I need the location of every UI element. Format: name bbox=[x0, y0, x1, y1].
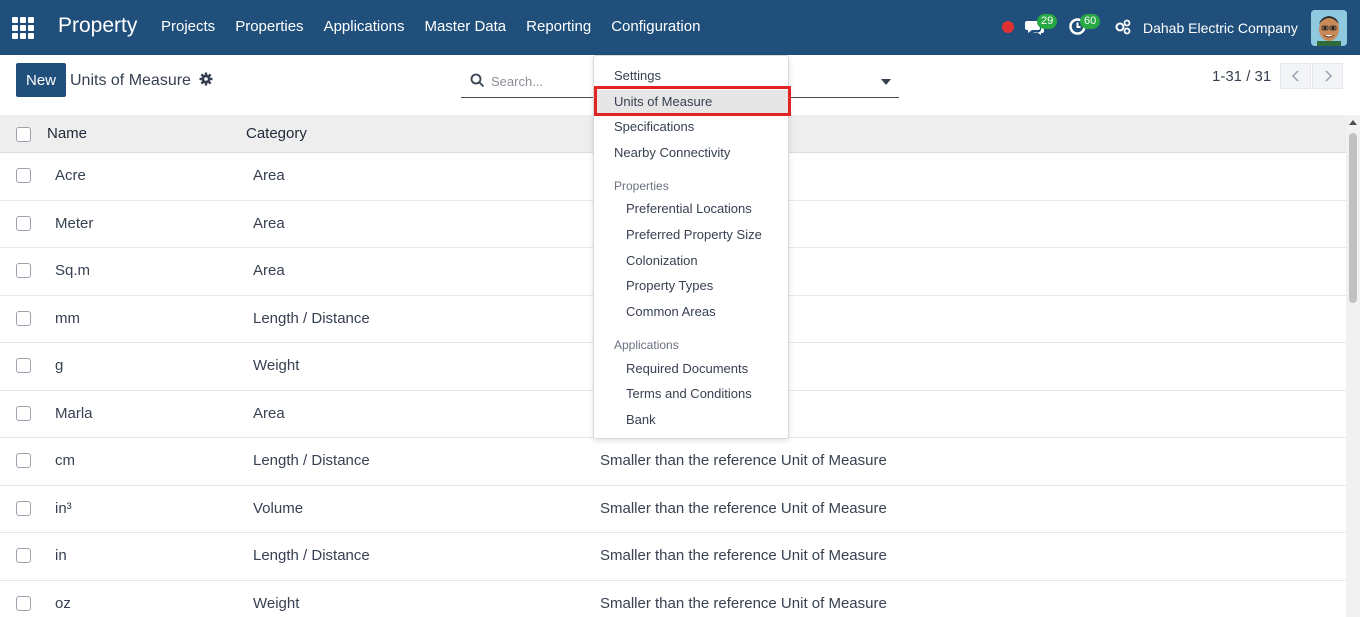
dropdown-item-settings[interactable]: Settings bbox=[614, 68, 661, 83]
cell-name: mm bbox=[55, 309, 80, 327]
cell-category: Area bbox=[253, 167, 285, 184]
cell-category: Area bbox=[253, 214, 285, 232]
search-options-caret-icon[interactable] bbox=[881, 79, 891, 85]
menu-applications[interactable]: Applications bbox=[324, 18, 405, 35]
pager-previous-button[interactable] bbox=[1280, 63, 1311, 89]
row-checkbox[interactable] bbox=[16, 500, 31, 516]
recording-dot-icon[interactable] bbox=[1002, 21, 1014, 33]
dropdown-section-properties: Properties bbox=[614, 179, 669, 193]
row-checkbox[interactable] bbox=[16, 358, 31, 373]
dropdown-item-specifications[interactable]: Specifications bbox=[614, 119, 694, 134]
chevron-right-icon bbox=[1324, 70, 1332, 82]
cell-category: Weight bbox=[253, 594, 300, 612]
row-checkbox[interactable] bbox=[16, 453, 31, 468]
row-checkbox[interactable] bbox=[16, 595, 31, 611]
cell-category: Area bbox=[253, 404, 285, 422]
table-row[interactable]: in Length / Distance Smaller than the re… bbox=[0, 533, 1346, 581]
cell-name: Marla bbox=[55, 404, 93, 422]
app-title[interactable]: Property bbox=[58, 14, 137, 38]
scroll-thumb[interactable] bbox=[1349, 133, 1357, 303]
activity-count-badge: 60 bbox=[1080, 14, 1101, 29]
company-name[interactable]: Dahab Electric Company bbox=[1143, 20, 1298, 36]
cell-name: cm bbox=[55, 452, 75, 469]
dropdown-item-terms-and-conditions[interactable]: Terms and Conditions bbox=[626, 386, 752, 401]
gear-icon[interactable] bbox=[199, 72, 213, 86]
chevron-left-icon bbox=[1291, 70, 1299, 82]
vertical-scrollbar[interactable] bbox=[1346, 115, 1360, 617]
chat-count-badge: 29 bbox=[1037, 14, 1058, 29]
search-icon bbox=[470, 73, 485, 88]
company-switch-icon[interactable] bbox=[1114, 18, 1132, 36]
user-avatar[interactable] bbox=[1311, 10, 1347, 46]
row-checkbox[interactable] bbox=[16, 405, 31, 421]
dropdown-section-applications: Applications bbox=[614, 338, 679, 352]
dropdown-item-preferred-property-size[interactable]: Preferred Property Size bbox=[626, 227, 762, 242]
dropdown-item-bank[interactable]: Bank bbox=[626, 412, 656, 427]
cell-name: oz bbox=[55, 594, 71, 612]
dropdown-item-property-types[interactable]: Property Types bbox=[626, 278, 713, 293]
cell-name: Acre bbox=[55, 167, 86, 184]
pager-value[interactable]: 1-31 / 31 bbox=[1212, 68, 1271, 85]
pager-next-button[interactable] bbox=[1312, 63, 1343, 89]
cell-category: Length / Distance bbox=[253, 309, 370, 327]
column-header-name[interactable]: Name bbox=[47, 125, 87, 142]
menu-configuration[interactable]: Configuration bbox=[611, 18, 700, 35]
menu-properties[interactable]: Properties bbox=[235, 18, 303, 35]
cell-name: g bbox=[55, 357, 64, 374]
highlight-annotation-box bbox=[594, 86, 791, 116]
row-checkbox[interactable] bbox=[16, 548, 31, 563]
row-checkbox[interactable] bbox=[16, 263, 31, 278]
dropdown-item-preferential-locations[interactable]: Preferential Locations bbox=[626, 201, 752, 216]
cell-category: Area bbox=[253, 262, 285, 279]
cell-type: Smaller than the reference Unit of Measu… bbox=[600, 452, 887, 469]
dropdown-item-required-documents[interactable]: Required Documents bbox=[626, 361, 748, 376]
main-menu: Projects Properties Applications Master … bbox=[161, 18, 720, 35]
new-button[interactable]: New bbox=[16, 63, 66, 97]
cell-category: Volume bbox=[253, 499, 304, 517]
cell-name: in³ bbox=[55, 499, 72, 517]
cell-name: Meter bbox=[55, 214, 94, 232]
dropdown-item-colonization[interactable]: Colonization bbox=[626, 253, 698, 268]
dropdown-item-common-areas[interactable]: Common Areas bbox=[626, 304, 716, 319]
table-row[interactable]: cm Length / Distance Smaller than the re… bbox=[0, 438, 1346, 486]
cell-name: in bbox=[55, 547, 67, 564]
column-header-category[interactable]: Category bbox=[246, 125, 307, 142]
menu-projects[interactable]: Projects bbox=[161, 18, 215, 35]
dropdown-item-nearby-connectivity[interactable]: Nearby Connectivity bbox=[614, 145, 730, 160]
cell-category: Length / Distance bbox=[253, 547, 370, 564]
app-grid-icon[interactable] bbox=[12, 17, 34, 39]
row-checkbox[interactable] bbox=[16, 310, 31, 326]
scroll-up-arrow-icon[interactable] bbox=[1349, 120, 1357, 125]
cell-type: Smaller than the reference Unit of Measu… bbox=[600, 499, 887, 517]
cell-type: Smaller than the reference Unit of Measu… bbox=[600, 594, 887, 612]
cell-type: Smaller than the reference Unit of Measu… bbox=[600, 547, 887, 564]
row-checkbox[interactable] bbox=[16, 215, 31, 231]
menu-master-data[interactable]: Master Data bbox=[424, 18, 506, 35]
table-row[interactable]: oz Weight Smaller than the reference Uni… bbox=[0, 581, 1346, 617]
menu-reporting[interactable]: Reporting bbox=[526, 18, 591, 35]
cell-category: Length / Distance bbox=[253, 452, 370, 469]
breadcrumb: Units of Measure bbox=[70, 72, 191, 89]
cell-name: Sq.m bbox=[55, 262, 91, 279]
cell-category: Weight bbox=[253, 357, 300, 374]
row-checkbox[interactable] bbox=[16, 168, 31, 183]
table-row[interactable]: in³ Volume Smaller than the reference Un… bbox=[0, 486, 1346, 533]
select-all-checkbox[interactable] bbox=[16, 127, 31, 142]
